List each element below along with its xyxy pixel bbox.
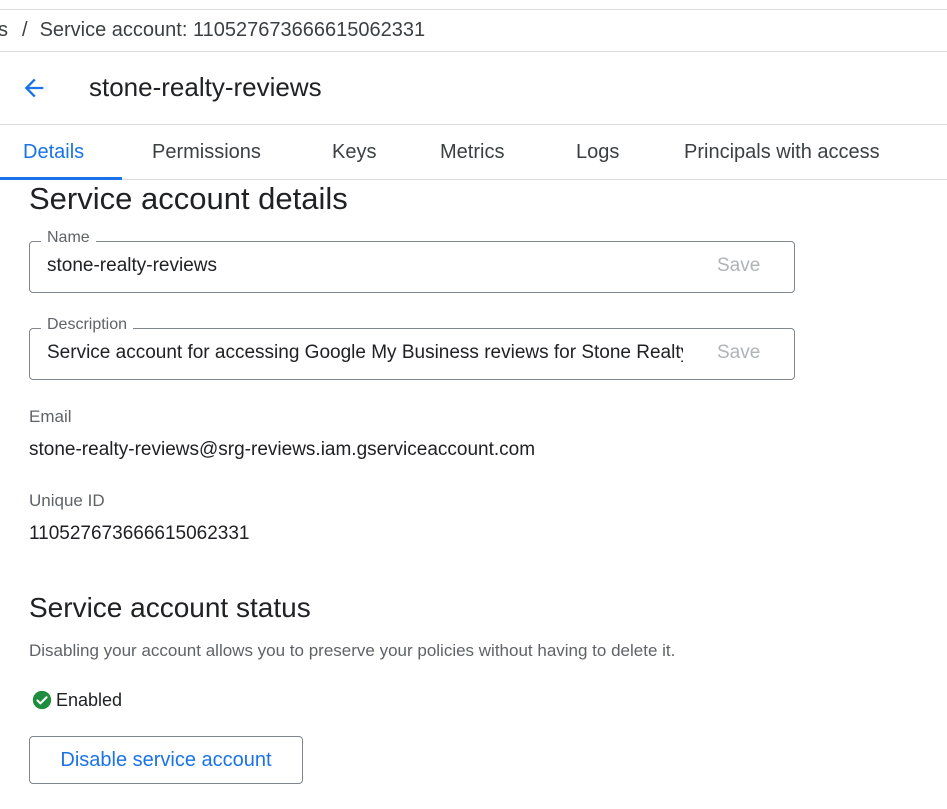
status-description: Disabling your account allows you to pre… (29, 641, 676, 660)
breadcrumb-separator: / (22, 19, 28, 41)
description-field-label: Description (41, 316, 134, 334)
check-circle-icon (32, 690, 52, 710)
description-save-button[interactable]: Save (717, 342, 760, 364)
arrow-back-icon (24, 78, 44, 98)
status-section-title: Service account status (29, 592, 311, 623)
breadcrumb: s / Service account: 1105276736666150623… (0, 10, 947, 52)
email-value: stone-realty-reviews@srg-reviews.iam.gse… (29, 439, 536, 460)
tab-metrics[interactable]: Metrics (440, 125, 504, 179)
status-indicator: Enabled (31, 689, 122, 711)
description-field-value[interactable]: Service account for accessing Google My … (47, 342, 683, 364)
unique-id-value: 110527673666615062331 (29, 523, 250, 544)
page-header: stone-realty-reviews (0, 52, 947, 125)
email-label: Email (29, 407, 72, 426)
details-section-title: Service account details (29, 181, 348, 216)
tab-details[interactable]: Details (23, 125, 84, 179)
unique-id-label: Unique ID (29, 491, 105, 510)
disable-service-account-button[interactable]: Disable service account (29, 736, 303, 784)
tab-bar: Details Permissions Keys Metrics Logs Pr… (0, 125, 947, 180)
tab-logs[interactable]: Logs (576, 125, 619, 179)
tab-keys[interactable]: Keys (332, 125, 376, 179)
name-save-button[interactable]: Save (717, 255, 760, 277)
page-title: stone-realty-reviews (89, 72, 322, 102)
back-button[interactable] (14, 68, 54, 108)
breadcrumb-current: Service account: 110527673666615062331 (39, 19, 426, 41)
name-field[interactable]: Name stone-realty-reviews Save (29, 229, 795, 293)
status-text: Enabled (56, 689, 123, 710)
breadcrumb-previous[interactable]: s (0, 19, 8, 42)
active-tab-indicator (0, 177, 122, 180)
name-field-value[interactable]: stone-realty-reviews (47, 255, 683, 277)
tab-principals-with-access[interactable]: Principals with access (684, 125, 880, 179)
tab-permissions[interactable]: Permissions (152, 125, 261, 179)
description-field[interactable]: Description Service account for accessin… (29, 316, 795, 380)
name-field-label: Name (41, 229, 96, 247)
